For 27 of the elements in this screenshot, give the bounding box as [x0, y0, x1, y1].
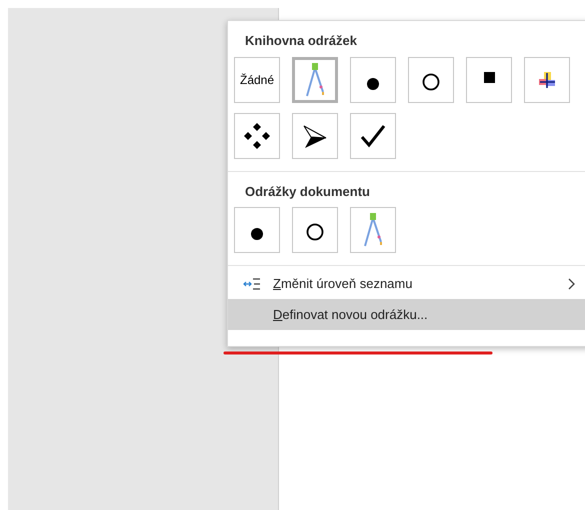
bullet-option[interactable]	[408, 56, 454, 102]
circle-icon	[306, 223, 324, 241]
bullet-option[interactable]	[292, 112, 338, 158]
bullet-option[interactable]	[350, 112, 396, 158]
none-label: Žádné	[240, 72, 274, 88]
dot-icon	[250, 227, 264, 241]
dot-icon	[366, 76, 380, 90]
bullet-option[interactable]	[292, 207, 338, 253]
circle-icon	[422, 72, 440, 90]
diamonds-icon	[244, 122, 270, 148]
section-heading: Knihovna odrážek	[244, 32, 358, 50]
bullet-option[interactable]	[350, 56, 396, 102]
chevron-right-icon	[568, 278, 576, 290]
bullet-option[interactable]	[234, 207, 280, 253]
bullet-option[interactable]	[234, 112, 280, 158]
section-heading: Odrážky dokumentu	[244, 182, 371, 201]
indent-icon	[243, 278, 261, 290]
square-icon	[484, 72, 494, 83]
bullet-option[interactable]	[524, 56, 570, 102]
bullet-option[interactable]	[466, 56, 512, 102]
compass-icon	[304, 62, 326, 98]
arrowhead-icon	[302, 122, 328, 148]
bullet-option[interactable]: Žádné	[234, 56, 280, 102]
menu-item[interactable]: Definovat novou odrážku...	[228, 299, 585, 330]
color-cross-icon	[538, 70, 556, 88]
checkmark-icon	[360, 122, 386, 148]
compass-icon	[362, 212, 384, 248]
